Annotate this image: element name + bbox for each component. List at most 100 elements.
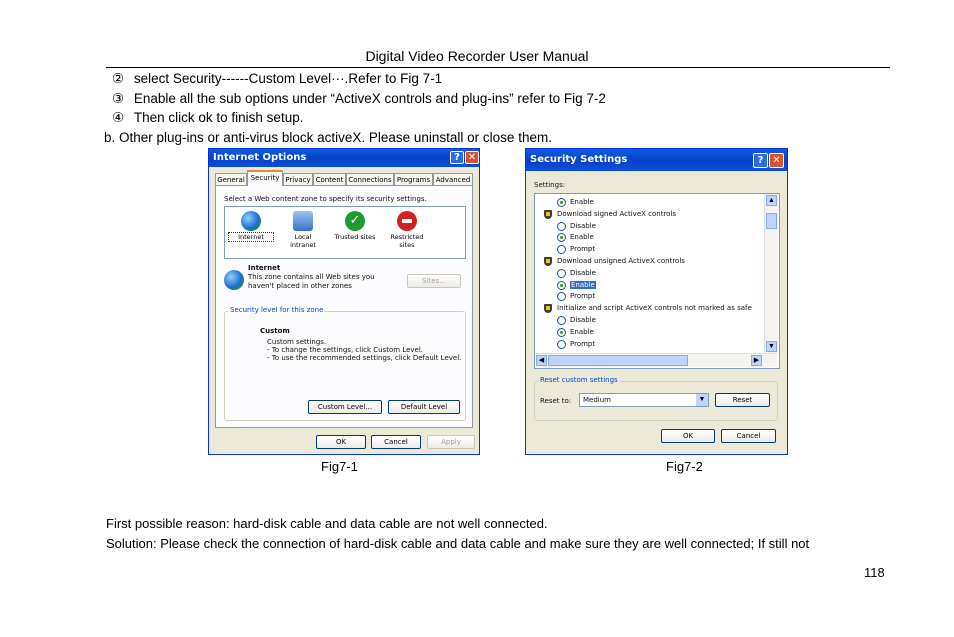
setting-option-label: Disable (570, 221, 596, 230)
intranet-icon (293, 211, 313, 231)
fig1-caption: Fig7-1 (321, 459, 358, 474)
setting-option-label: Enable (570, 327, 594, 336)
no-entry-icon (397, 211, 417, 231)
selected-zone-title: Internet (248, 264, 281, 272)
apply-button[interactable]: Apply (427, 435, 475, 449)
setting-option-label: Enable (570, 280, 596, 289)
page-number: 118 (864, 565, 885, 580)
zone-local-intranet[interactable]: Local intranet (281, 211, 325, 249)
internet-options-titlebar: Internet Options (209, 149, 479, 167)
radio-unchecked-icon[interactable] (557, 316, 566, 325)
horizontal-scrollbar[interactable]: ◀ ▶ (535, 353, 777, 367)
help-icon[interactable]: ? (753, 153, 768, 168)
reset-level-select[interactable]: Medium ▼ (579, 393, 709, 407)
globe-icon (241, 211, 261, 231)
chevron-up-icon[interactable]: ▲ (766, 195, 777, 206)
radio-unchecked-icon[interactable] (557, 339, 566, 349)
tab-advanced[interactable]: Advanced (433, 173, 473, 185)
setting-shield-icon (544, 257, 552, 266)
radio-checked-icon[interactable] (557, 280, 566, 290)
chevron-right-icon[interactable]: ▶ (751, 355, 762, 366)
scrollbar-thumb[interactable] (766, 213, 777, 229)
note-b: b. Other plug-ins or anti-virus block ac… (104, 130, 552, 145)
tab-general[interactable]: General (215, 173, 247, 185)
tab-content[interactable]: Content (313, 173, 346, 185)
step-text: Enable all the sub options under “Active… (133, 91, 606, 106)
settings-label: Settings: (534, 181, 566, 189)
setting-option-label: Prompt (570, 292, 596, 301)
radio-checked-icon[interactable] (557, 198, 566, 207)
radio-checked-icon[interactable] (557, 233, 566, 243)
ok-button[interactable]: OK (661, 429, 715, 443)
zone-internet[interactable]: Internet (228, 211, 274, 242)
reset-button[interactable]: Reset (715, 393, 770, 407)
tab-programs[interactable]: Programs (394, 173, 433, 185)
security-level-description: Custom settings. - To change the setting… (267, 338, 462, 362)
ok-button[interactable]: OK (316, 435, 366, 449)
cancel-button[interactable]: Cancel (721, 429, 776, 443)
step-text: select Security------Custom Level···.Ref… (133, 71, 443, 86)
internet-options-window: Internet Options ? ✕ General Security Pr… (208, 148, 480, 455)
setting-option-label: Enable (570, 233, 594, 242)
step-marker: ④ (112, 110, 125, 125)
fig2-caption: Fig7-2 (666, 459, 703, 474)
setting-shield-icon (544, 304, 552, 314)
chevron-down-icon[interactable]: ▼ (696, 394, 708, 406)
reset-to-label: Reset to: (540, 397, 572, 405)
step-4: ④ Then click ok to finish setup. (112, 110, 303, 126)
vertical-scrollbar[interactable]: ▲ ▼ (764, 194, 778, 353)
setting-option-label: Disable (570, 268, 596, 277)
radio-unchecked-icon[interactable] (557, 245, 566, 255)
security-settings-titlebar: Security Settings (526, 149, 787, 171)
zone-label: Restricted sites (390, 233, 424, 249)
close-icon[interactable]: ✕ (769, 153, 784, 168)
close-icon[interactable]: ✕ (465, 151, 479, 164)
tab-privacy[interactable]: Privacy (283, 173, 313, 185)
zone-trusted-sites[interactable]: ✓ Trusted sites (333, 211, 377, 241)
sites-button[interactable]: Sites... (407, 274, 461, 288)
reset-group-label: Reset custom settings (538, 376, 620, 384)
solution-text: Solution: Please check the connection of… (106, 536, 810, 551)
radio-checked-icon[interactable] (557, 327, 566, 337)
setting-option-label: Disable (570, 316, 596, 324)
security-tab-panel: Select a Web content zone to specify its… (215, 185, 473, 428)
default-level-button[interactable]: Default Level (388, 400, 460, 414)
radio-unchecked-icon[interactable] (557, 221, 566, 231)
setting-category-label: Download unsigned ActiveX controls (557, 257, 685, 265)
setting-category-label: Download signed ActiveX controls (557, 209, 677, 218)
chevron-down-icon[interactable]: ▼ (766, 341, 777, 352)
window-title: Internet Options (213, 152, 307, 163)
security-settings-window: Security Settings ? ✕ Settings: Enable Do… (525, 148, 788, 455)
cancel-button[interactable]: Cancel (371, 435, 421, 449)
custom-level-button[interactable]: Custom Level... (308, 400, 382, 414)
zone-list: Internet Local intranet ✓ Trusted sites … (224, 206, 466, 259)
zone-label: Trusted sites (334, 233, 376, 241)
zone-prompt: Select a Web content zone to specify its… (224, 195, 427, 203)
setting-category-label: Initialize and script ActiveX controls n… (557, 304, 752, 313)
reason-text: First possible reason: hard-disk cable a… (106, 516, 548, 531)
header-rule (106, 67, 890, 68)
setting-option-label: Prompt (570, 245, 596, 254)
radio-unchecked-icon[interactable] (557, 292, 566, 302)
tab-connections[interactable]: Connections (346, 173, 394, 185)
zone-restricted-sites[interactable]: Restricted sites (385, 211, 429, 249)
step-3: ③ Enable all the sub options under “Acti… (112, 91, 606, 107)
step-marker: ② (112, 71, 125, 86)
setting-option-label: Prompt (570, 339, 596, 348)
radio-unchecked-icon[interactable] (557, 268, 566, 278)
manual-header: Digital Video Recorder User Manual (365, 48, 589, 64)
settings-tree: Enable Download signed ActiveX controls Di… (534, 193, 780, 369)
reset-level-value: Medium (583, 396, 611, 404)
security-level-group-label: Security level for this zone (228, 306, 326, 314)
selected-zone-description: This zone contains all Web sites you hav… (248, 273, 375, 290)
step-marker: ③ (112, 91, 125, 106)
tab-security[interactable]: Security (247, 170, 283, 186)
help-icon[interactable]: ? (450, 151, 464, 164)
security-level-title: Custom (260, 327, 290, 335)
step-2: ② select Security------Custom Level···.R… (112, 71, 442, 87)
step-text: Then click ok to finish setup. (133, 110, 304, 125)
setting-option-label: Enable (570, 198, 594, 206)
zone-label: Local intranet (290, 233, 316, 249)
scrollbar-thumb[interactable] (548, 355, 688, 366)
chevron-left-icon[interactable]: ◀ (536, 355, 547, 366)
